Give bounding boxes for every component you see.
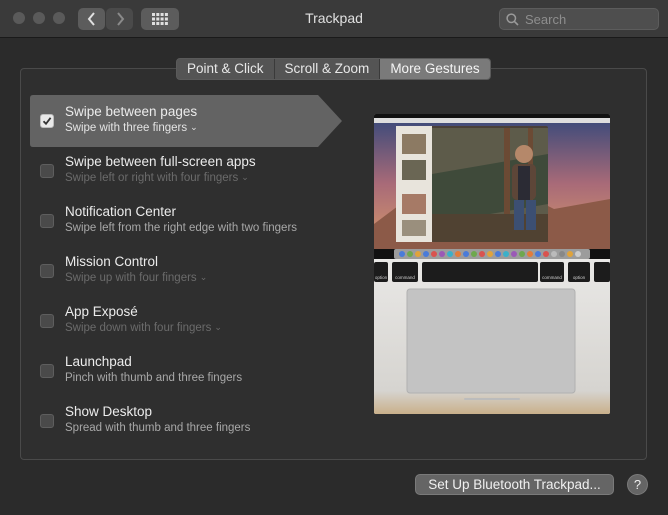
tab-scroll-and-zoom[interactable]: Scroll & Zoom xyxy=(275,59,381,79)
gesture-row-swipe-between-full-screen-apps[interactable]: Swipe between full-screen apps Swipe lef… xyxy=(30,145,342,197)
key-label: option xyxy=(573,275,586,280)
title-bar: Trackpad xyxy=(0,0,668,38)
gesture-subtitle: Swipe left or right with four fingers xyxy=(65,172,239,184)
gesture-title: Launchpad xyxy=(65,354,132,369)
gesture-subtitle: Swipe up with four fingers xyxy=(65,272,197,284)
gesture-row-launchpad[interactable]: Launchpad Pinch with thumb and three fin… xyxy=(30,345,342,397)
key-label: command xyxy=(395,275,415,280)
gesture-row-notification-center[interactable]: Notification Center Swipe left from the … xyxy=(30,195,342,247)
search-icon xyxy=(506,12,519,26)
gesture-row-show-desktop[interactable]: Show Desktop Spread with thumb and three… xyxy=(30,395,342,447)
gesture-option-popup[interactable]: Swipe left or right with four fingers ⌄ xyxy=(65,172,249,184)
gesture-subtitle: Spread with thumb and three fingers xyxy=(65,422,251,434)
swipe-between-pages-checkbox[interactable] xyxy=(40,114,54,128)
checkmark-icon xyxy=(42,117,52,126)
gesture-title: Notification Center xyxy=(65,204,177,219)
mission-control-checkbox[interactable] xyxy=(40,264,54,278)
tab-point-and-click[interactable]: Point & Click xyxy=(177,59,275,79)
notification-center-checkbox[interactable] xyxy=(40,214,54,228)
gesture-subtitle: Swipe left from the right edge with two … xyxy=(65,222,298,234)
chevron-down-icon: ⌄ xyxy=(241,172,249,182)
launchpad-checkbox[interactable] xyxy=(40,364,54,378)
chevron-down-icon: ⌄ xyxy=(214,322,222,332)
gesture-preview-video: command option command option xyxy=(374,114,610,414)
swipe-between-full-screen-apps-checkbox[interactable] xyxy=(40,164,54,178)
gesture-title: App Exposé xyxy=(65,304,138,319)
gesture-title: Swipe between full-screen apps xyxy=(65,154,256,169)
set-up-bluetooth-trackpad-button[interactable]: Set Up Bluetooth Trackpad... xyxy=(415,474,614,495)
selection-highlight xyxy=(30,95,342,147)
chevron-down-icon: ⌄ xyxy=(190,122,198,132)
tab-bar: Point & Click Scroll & Zoom More Gesture… xyxy=(176,58,491,80)
help-button[interactable]: ? xyxy=(627,474,648,495)
search-field[interactable] xyxy=(499,8,659,30)
gesture-title: Show Desktop xyxy=(65,404,153,419)
gesture-option-popup[interactable]: Swipe with three fingers ⌄ xyxy=(65,122,198,134)
gesture-option-popup[interactable]: Swipe up with four fingers ⌄ xyxy=(65,272,207,284)
key-label: option xyxy=(375,275,388,280)
gesture-row-swipe-between-pages[interactable]: Swipe between pages Swipe with three fin… xyxy=(30,95,342,147)
search-input[interactable] xyxy=(523,10,657,28)
gesture-subtitle: Pinch with thumb and three fingers xyxy=(65,372,243,384)
gesture-row-app-expose[interactable]: App Exposé Swipe down with four fingers ⌄ xyxy=(30,295,342,347)
app-expose-checkbox[interactable] xyxy=(40,314,54,328)
tab-more-gestures[interactable]: More Gestures xyxy=(380,59,490,79)
chevron-down-icon: ⌄ xyxy=(199,272,208,282)
gesture-title: Swipe between pages xyxy=(65,104,198,119)
gesture-title: Mission Control xyxy=(65,254,159,269)
gesture-option-popup[interactable]: Swipe down with four fingers ⌄ xyxy=(65,322,222,334)
laptop-preview-illustration: command option command option xyxy=(374,114,610,414)
key-label: command xyxy=(542,275,562,280)
gesture-subtitle: Swipe with three fingers xyxy=(65,122,188,134)
gesture-subtitle: Swipe down with four fingers xyxy=(65,322,212,334)
gesture-row-mission-control[interactable]: Mission Control Swipe up with four finge… xyxy=(30,245,342,297)
show-desktop-checkbox[interactable] xyxy=(40,414,54,428)
